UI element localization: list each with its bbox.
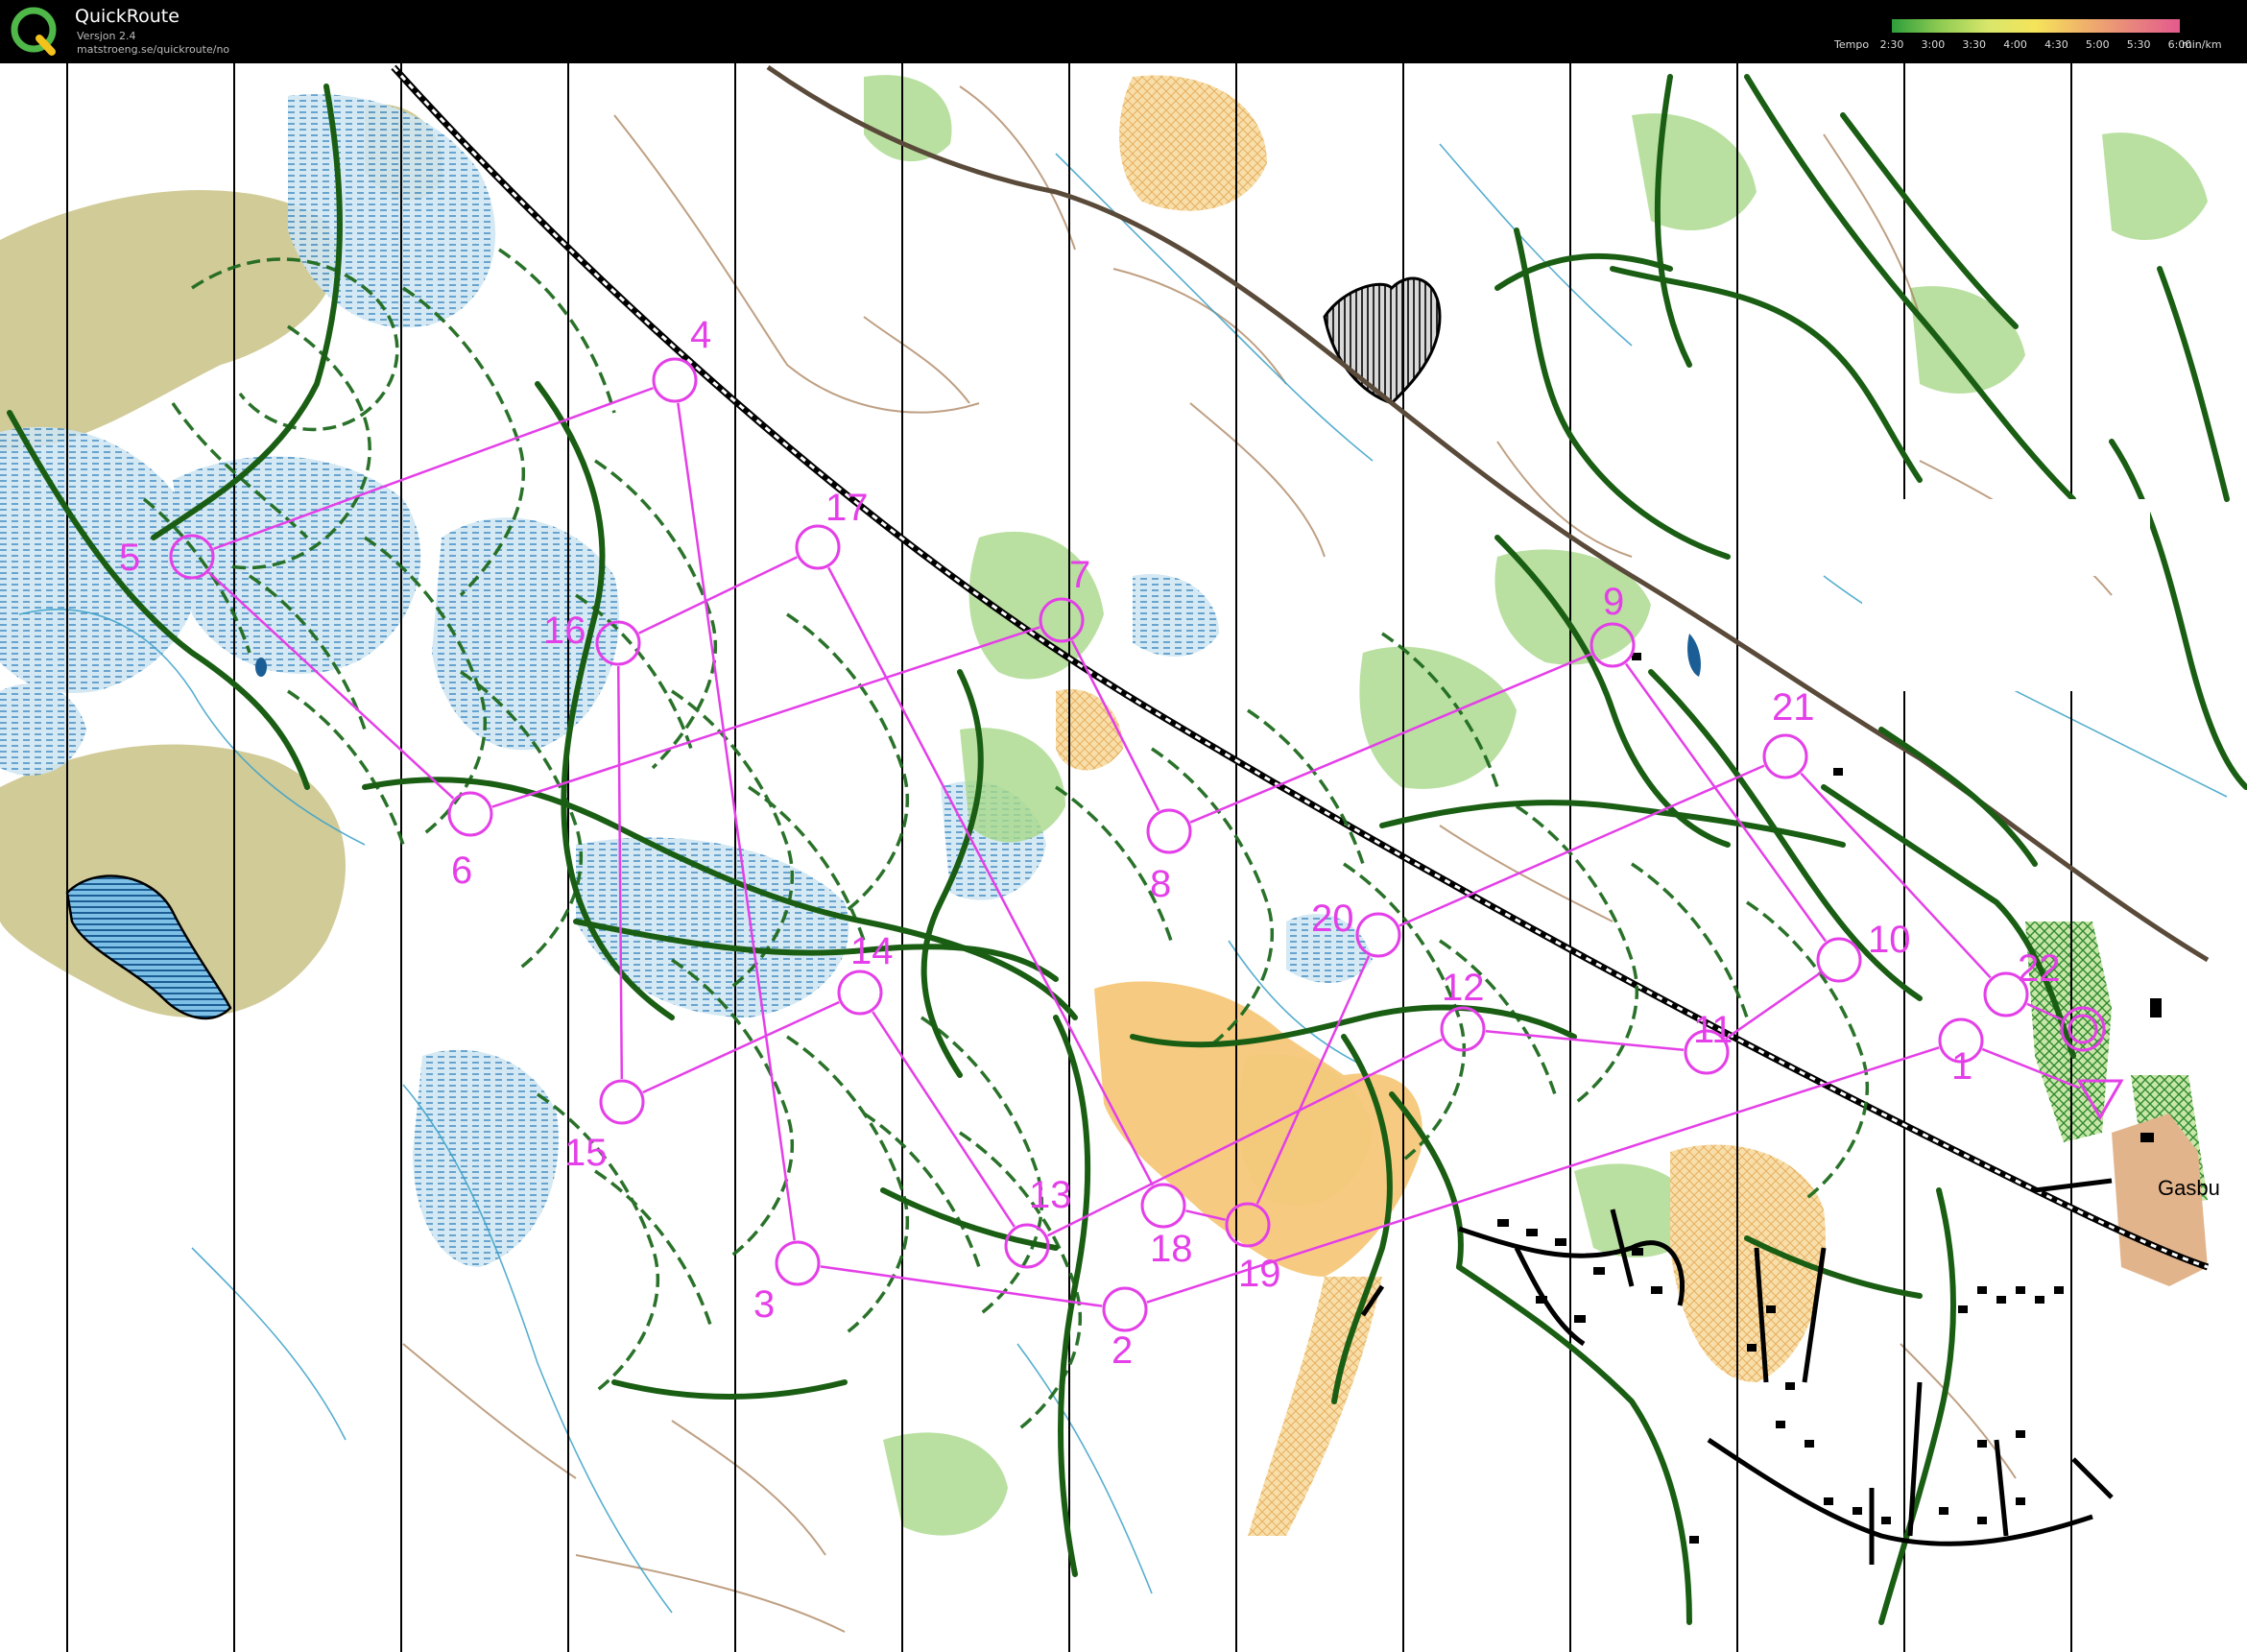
control-number-6: 6	[451, 850, 472, 892]
control-number-5: 5	[119, 537, 140, 579]
control-number-9: 9	[1603, 581, 1624, 623]
control-number-13: 13	[1029, 1174, 1072, 1216]
tempo-gradient-bar	[1892, 19, 2180, 33]
control-number-20: 20	[1311, 898, 1354, 940]
control-number-1: 1	[1951, 1045, 1972, 1088]
control-number-15: 15	[564, 1132, 608, 1174]
control-number-12: 12	[1442, 967, 1485, 1009]
control-number-7: 7	[1069, 554, 1090, 596]
control-number-8: 8	[1150, 863, 1171, 905]
app-title: QuickRoute	[75, 6, 179, 27]
legend-tick: 5:30	[2126, 38, 2151, 51]
control-number-22: 22	[2018, 947, 2061, 990]
tempo-legend: Tempo 2:30 3:00 3:30 4:00 4:30 5:00 5:30 6:00 m…	[1834, 17, 2237, 56]
legend-tick: 3:30	[1962, 38, 1987, 51]
control-number-18: 18	[1150, 1228, 1193, 1270]
control-number-3: 3	[753, 1283, 775, 1326]
legend-tick: 4:00	[2003, 38, 2027, 51]
legend-tick: 4:30	[2044, 38, 2068, 51]
legend-unit: min/km	[2182, 38, 2222, 51]
title-bar: QuickRoute Versjon 2.4 matstroeng.se/qui…	[0, 0, 2247, 63]
place-label-gasbu: Gasbu	[2158, 1176, 2220, 1200]
control-number-10: 10	[1868, 919, 1911, 961]
legend-tick: 3:00	[1921, 38, 1946, 51]
app-url: matstroeng.se/quickroute/no	[77, 43, 230, 56]
control-number-19: 19	[1238, 1253, 1281, 1295]
legend-tick: 2:30	[1879, 38, 1904, 51]
control-number-11: 11	[1693, 1009, 1733, 1051]
control-number-17: 17	[825, 487, 869, 529]
legend-tick: 5:00	[2085, 38, 2110, 51]
legend-label: Tempo	[1834, 38, 1870, 51]
pond	[255, 658, 267, 677]
control-number-21: 21	[1772, 686, 1815, 729]
orienteering-map[interactable]: 12345678910111213141516171819202122 Gasb…	[0, 63, 2247, 1652]
control-number-16: 16	[543, 610, 586, 652]
control-number-2: 2	[1112, 1329, 1133, 1372]
control-number-14: 14	[850, 930, 894, 972]
quickroute-logo-icon	[11, 7, 57, 56]
control-number-4: 4	[690, 314, 711, 356]
app-version: Versjon 2.4	[77, 30, 136, 42]
